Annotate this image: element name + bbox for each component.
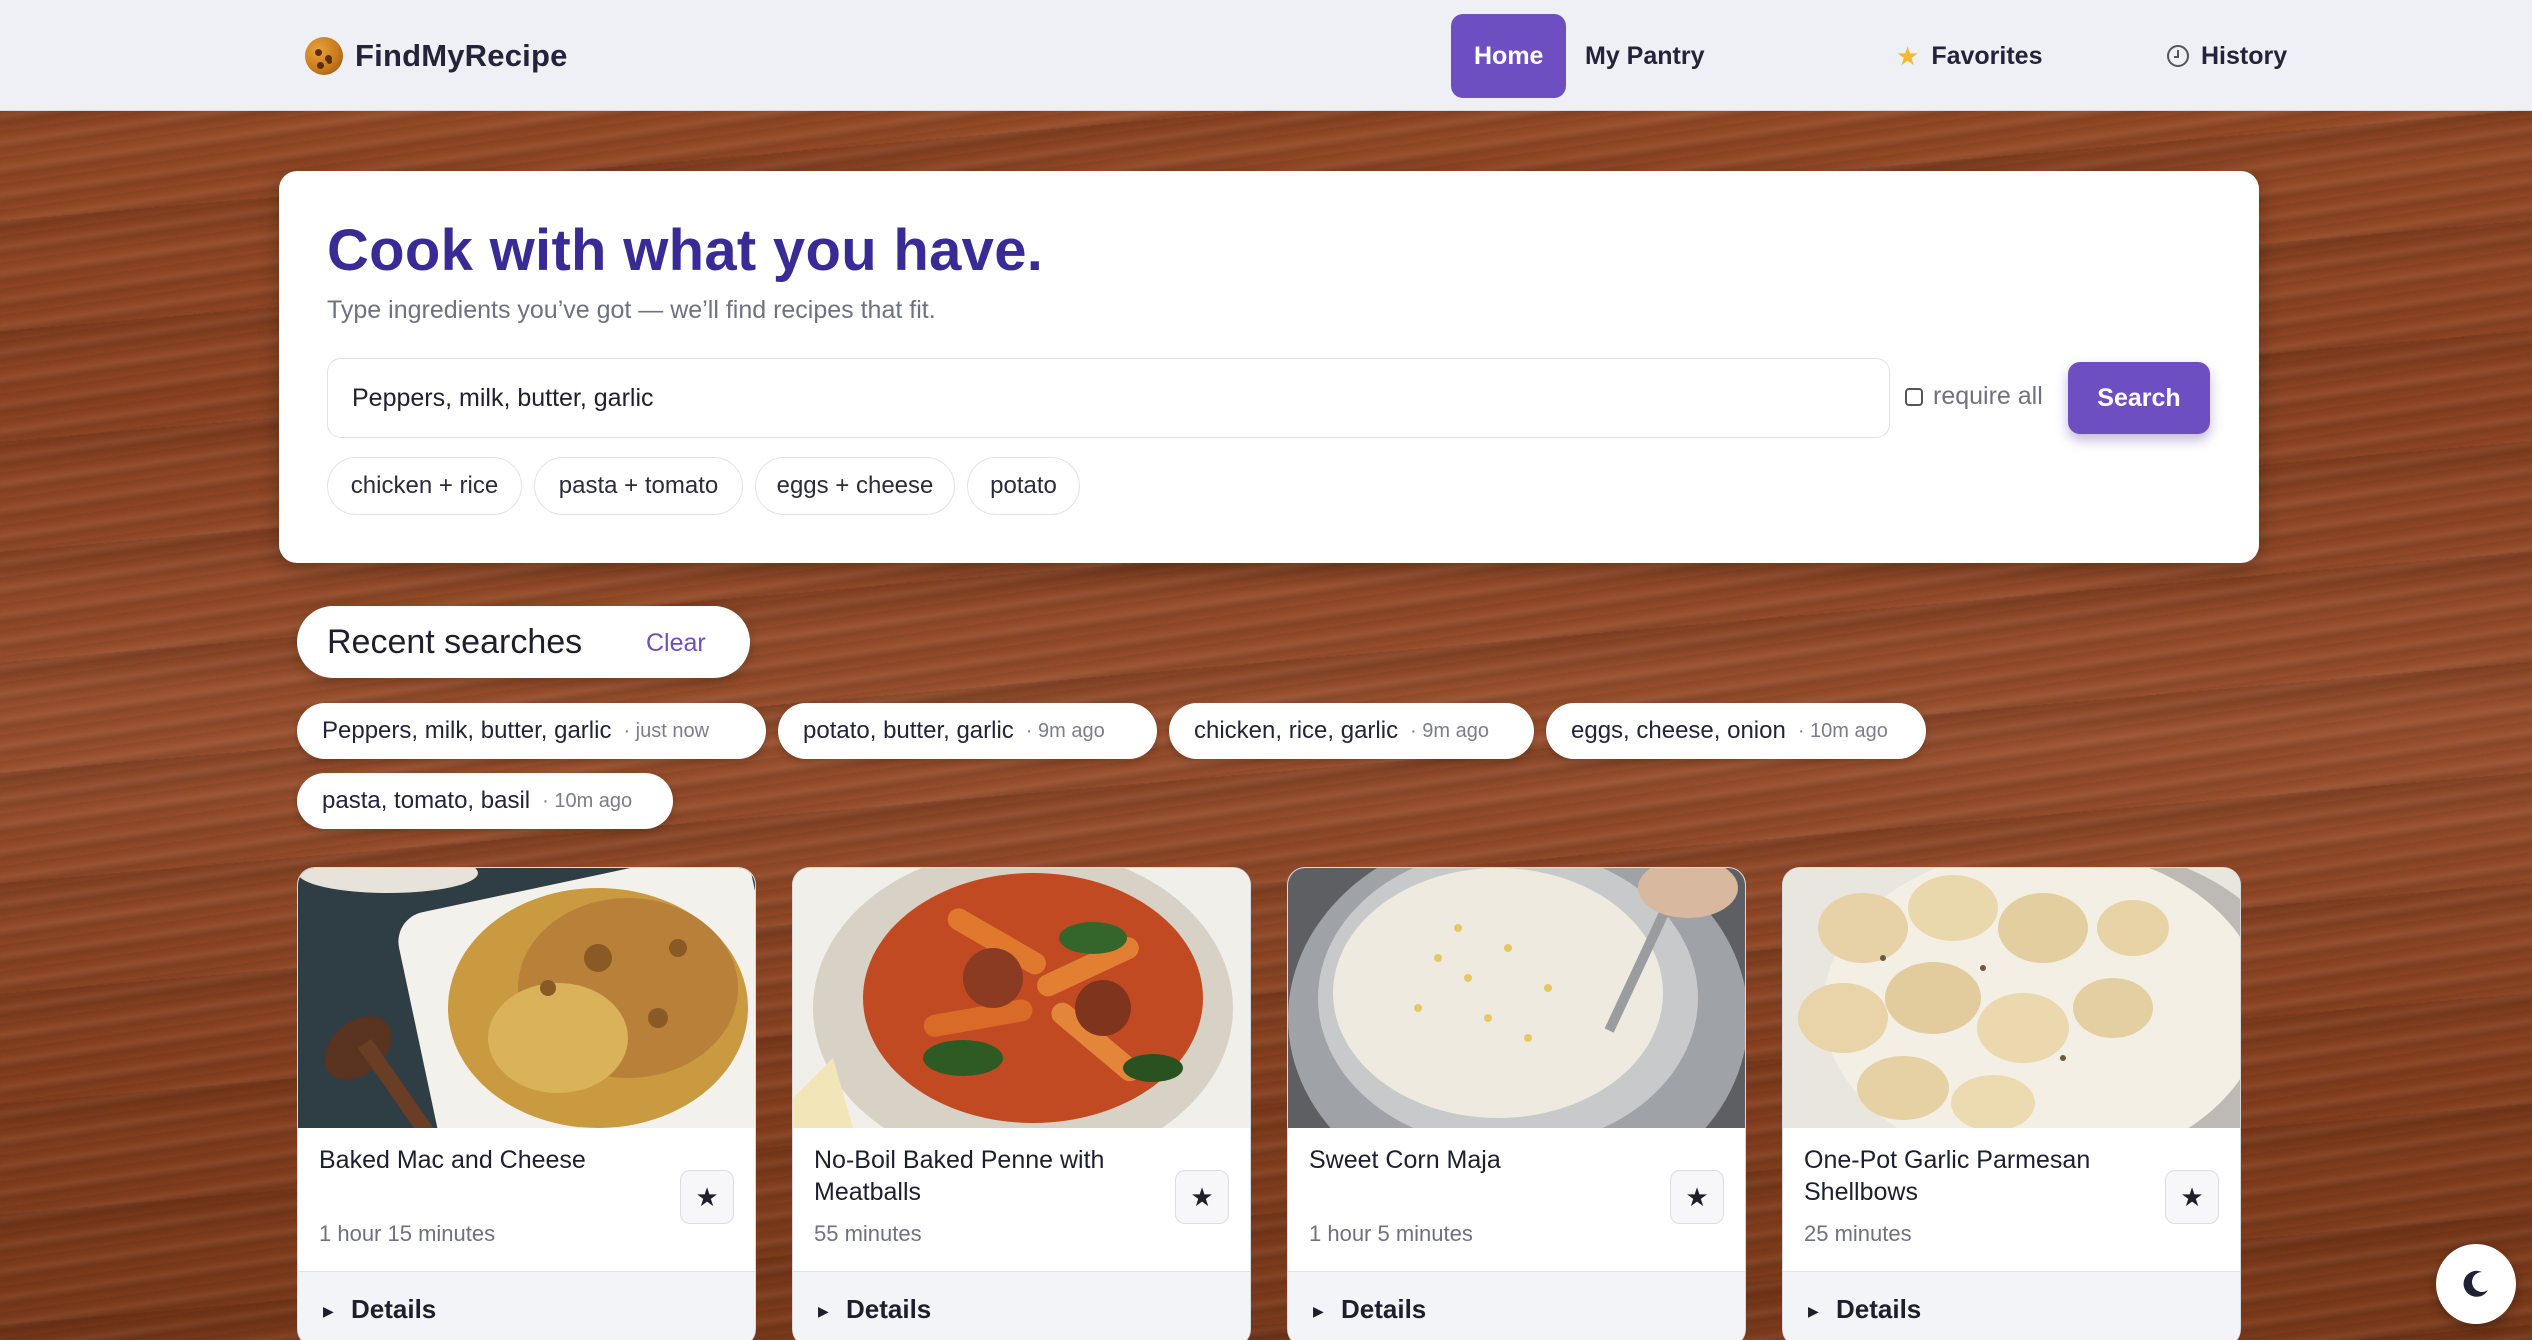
details-label: Details bbox=[1341, 1294, 1427, 1324]
star-icon: ★ bbox=[2180, 1181, 2204, 1212]
recent-searches-header: Recent searches Clear bbox=[297, 606, 750, 678]
suggestion-chip[interactable]: pasta + tomato bbox=[534, 457, 743, 515]
recent-search-chip[interactable]: potato, butter, garlic · 9m ago bbox=[778, 703, 1157, 759]
recent-search-text: chicken, rice, garlic bbox=[1194, 717, 1399, 744]
hero-title: Cook with what you have. bbox=[327, 218, 1044, 283]
recipe-details-toggle[interactable]: ▶ Details bbox=[298, 1271, 755, 1340]
nav-home-label: Home bbox=[1474, 41, 1544, 70]
recipe-card[interactable]: Sweet Corn Maja 1 hour 5 minutes ★ ▶ Det… bbox=[1287, 867, 1746, 1340]
nav-favorites-label: Favorites bbox=[1931, 41, 2043, 70]
recipe-time: 1 hour 15 minutes bbox=[319, 1221, 496, 1246]
recent-search-chip[interactable]: Peppers, milk, butter, garlic · just now bbox=[297, 703, 766, 759]
recipe-image bbox=[1288, 868, 1745, 1128]
favorite-star-button[interactable]: ★ bbox=[680, 1170, 734, 1224]
nav-favorites[interactable]: ★ Favorites bbox=[1873, 14, 2065, 98]
recipe-image bbox=[298, 868, 755, 1128]
recent-search-text: eggs, cheese, onion bbox=[1571, 717, 1786, 744]
hero-subtitle: Type ingredients you’ve got — we’ll find… bbox=[327, 296, 936, 324]
recipe-title[interactable]: No-Boil Baked Penne with Meatballs bbox=[814, 1144, 1154, 1208]
suggestion-chip[interactable]: eggs + cheese bbox=[755, 457, 955, 515]
suggestion-chip[interactable]: potato bbox=[967, 457, 1080, 515]
moon-icon bbox=[2463, 1270, 2488, 1297]
recent-search-chip[interactable]: chicken, rice, garlic · 9m ago bbox=[1169, 703, 1534, 759]
recent-search-text: pasta, tomato, basil bbox=[322, 787, 531, 814]
nav-history[interactable]: History bbox=[2144, 14, 2310, 98]
nav-history-label: History bbox=[2201, 41, 2288, 70]
nav-my-pantry[interactable]: My Pantry bbox=[1562, 14, 1727, 98]
brand-name: FindMyRecipe bbox=[355, 38, 568, 73]
recent-search-text: Peppers, milk, butter, garlic bbox=[322, 717, 612, 744]
recipe-time: 25 minutes bbox=[1804, 1221, 1912, 1246]
suggestion-chip[interactable]: chicken + rice bbox=[327, 457, 522, 515]
favorite-star-button[interactable]: ★ bbox=[1175, 1170, 1229, 1224]
dark-mode-toggle[interactable] bbox=[2436, 1244, 2516, 1324]
recent-search-chip[interactable]: eggs, cheese, onion · 10m ago bbox=[1546, 703, 1926, 759]
recipe-details-toggle[interactable]: ▶ Details bbox=[793, 1271, 1250, 1340]
clock-icon bbox=[2167, 45, 2189, 67]
recipe-time: 1 hour 5 minutes bbox=[1309, 1221, 1473, 1246]
nav-my-pantry-label: My Pantry bbox=[1585, 41, 1705, 70]
recent-search-chip[interactable]: pasta, tomato, basil · 10m ago bbox=[297, 773, 673, 829]
favorite-star-button[interactable]: ★ bbox=[1670, 1170, 1724, 1224]
recipe-details-toggle[interactable]: ▶ Details bbox=[1783, 1271, 2240, 1340]
favorite-star-button[interactable]: ★ bbox=[2165, 1170, 2219, 1224]
recipe-card[interactable]: Baked Mac and Cheese 1 hour 15 minutes ★… bbox=[297, 867, 756, 1340]
details-label: Details bbox=[1836, 1294, 1922, 1324]
search-card: Cook with what you have. Type ingredient… bbox=[279, 171, 2259, 563]
recipe-title[interactable]: Baked Mac and Cheese bbox=[319, 1144, 659, 1176]
recent-search-time: · just now bbox=[623, 719, 710, 742]
nav-home[interactable]: Home bbox=[1451, 14, 1567, 98]
top-navbar: FindMyRecipe Home My Pantry ★ Favorites … bbox=[0, 0, 2532, 111]
star-icon: ★ bbox=[1190, 1181, 1214, 1212]
star-icon: ★ bbox=[1685, 1181, 1709, 1212]
ingredients-search-input[interactable] bbox=[327, 358, 1890, 438]
recent-search-time: · 9m ago bbox=[1025, 719, 1105, 742]
disclosure-triangle-icon: ▶ bbox=[323, 1303, 334, 1319]
recipe-card[interactable]: No-Boil Baked Penne with Meatballs 55 mi… bbox=[792, 867, 1251, 1340]
recipe-time: 55 minutes bbox=[814, 1221, 922, 1246]
star-icon: ★ bbox=[695, 1181, 719, 1212]
clear-recent-button[interactable]: Clear bbox=[646, 629, 706, 658]
cookie-icon bbox=[305, 37, 343, 75]
recent-search-time: · 10m ago bbox=[1797, 719, 1888, 742]
disclosure-triangle-icon: ▶ bbox=[1808, 1303, 1819, 1319]
recipe-card[interactable]: One-Pot Garlic Parmesan Shellbows 25 min… bbox=[1782, 867, 2241, 1340]
disclosure-triangle-icon: ▶ bbox=[818, 1303, 829, 1319]
require-all-option[interactable]: require all bbox=[1905, 382, 2043, 411]
require-all-label: require all bbox=[1933, 382, 2043, 410]
recipe-title[interactable]: One-Pot Garlic Parmesan Shellbows bbox=[1804, 1144, 2144, 1208]
recipe-title[interactable]: Sweet Corn Maja bbox=[1309, 1144, 1649, 1176]
recipe-details-toggle[interactable]: ▶ Details bbox=[1288, 1271, 1745, 1340]
disclosure-triangle-icon: ▶ bbox=[1313, 1303, 1324, 1319]
brand[interactable]: FindMyRecipe bbox=[305, 36, 568, 76]
recipe-image bbox=[1783, 868, 2240, 1128]
details-label: Details bbox=[846, 1294, 932, 1324]
require-all-checkbox[interactable] bbox=[1905, 387, 1923, 406]
recent-search-time: · 9m ago bbox=[1410, 719, 1490, 742]
search-button[interactable]: Search bbox=[2068, 362, 2210, 434]
star-icon: ★ bbox=[1896, 40, 1920, 71]
details-label: Details bbox=[351, 1294, 437, 1324]
recent-search-text: potato, butter, garlic bbox=[803, 717, 1014, 744]
recipe-image bbox=[793, 868, 1250, 1128]
recent-searches-title: Recent searches bbox=[327, 623, 583, 661]
recent-search-time: · 10m ago bbox=[542, 789, 633, 812]
